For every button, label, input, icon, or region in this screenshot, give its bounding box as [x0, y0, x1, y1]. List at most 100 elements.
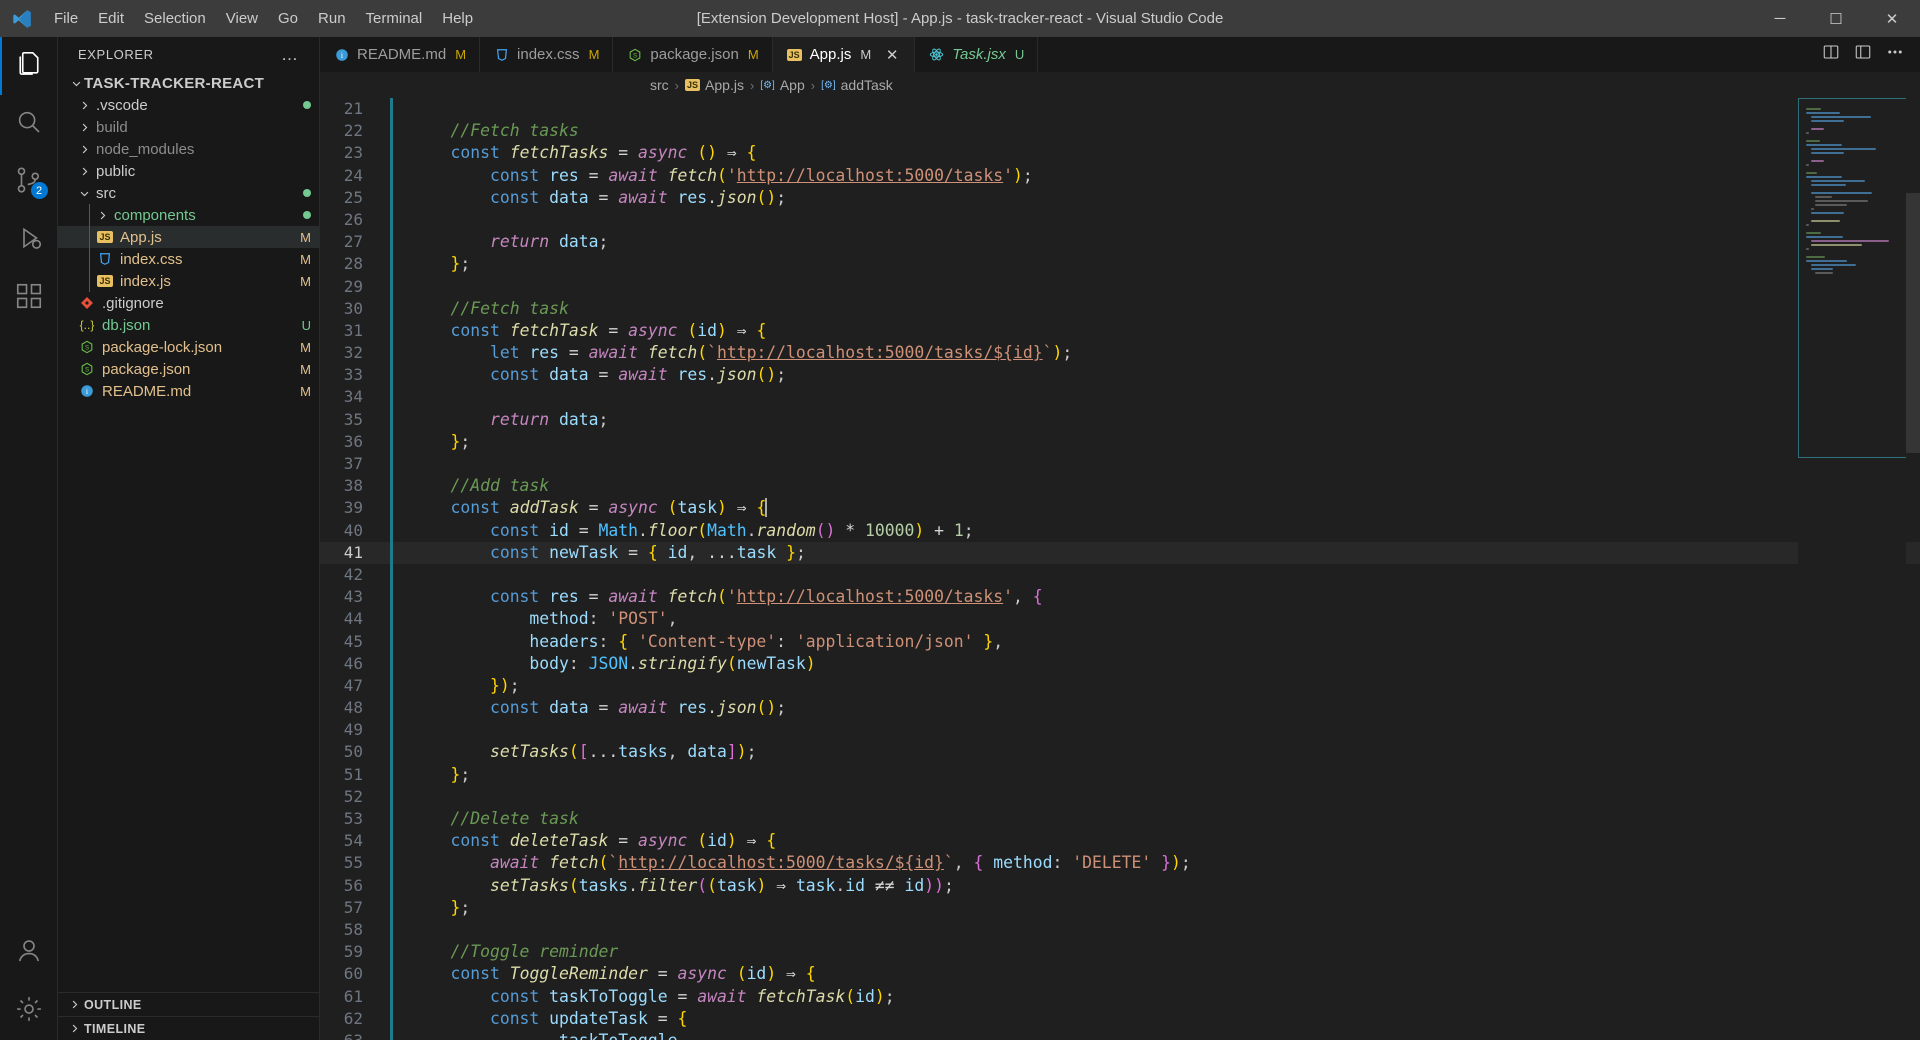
tree-item-build[interactable]: build: [58, 116, 319, 138]
code-line[interactable]: 54 const deleteTask = async (id) ⇒ {: [320, 830, 1920, 853]
editor-actions[interactable]: [1806, 37, 1920, 72]
activity-accounts[interactable]: [0, 924, 58, 982]
menu-terminal[interactable]: Terminal: [356, 7, 433, 30]
code-line[interactable]: 40 const id = Math.floor(Math.random() *…: [320, 519, 1920, 542]
code-line[interactable]: 44 method: 'POST',: [320, 608, 1920, 631]
code-content[interactable]: //Toggle reminder: [393, 941, 1920, 963]
editor-scrollbar[interactable]: [1906, 98, 1920, 1040]
code-content[interactable]: return data;: [393, 409, 1920, 431]
code-line[interactable]: 55 await fetch(`http://localhost:5000/ta…: [320, 852, 1920, 875]
code-content[interactable]: const data = await res.json();: [393, 187, 1920, 209]
code-line[interactable]: 51 };: [320, 763, 1920, 786]
tab-index-css[interactable]: index.css M: [480, 37, 614, 72]
window-controls[interactable]: ─ ☐ ✕: [1752, 0, 1920, 37]
code-content[interactable]: body: JSON.stringify(newTask): [393, 653, 1920, 675]
tree-item-package-json[interactable]: Spackage.json M: [58, 358, 319, 380]
code-line[interactable]: 25 const data = await res.json();: [320, 186, 1920, 209]
code-content[interactable]: headers: { 'Content-type': 'application/…: [393, 631, 1920, 653]
activity-bar[interactable]: 2: [0, 37, 58, 1040]
code-content[interactable]: method: 'POST',: [393, 608, 1920, 630]
breadcrumb[interactable]: src › JS App.js › [⚙] App › [⚙] addTask: [320, 72, 1920, 98]
code-line[interactable]: 61 const taskToToggle = await fetchTask(…: [320, 985, 1920, 1008]
code-content[interactable]: };: [393, 253, 1920, 275]
tab-readme-md[interactable]: i README.md M: [320, 37, 481, 72]
section-outline[interactable]: OUTLINE: [58, 992, 319, 1016]
more-actions-icon[interactable]: [1886, 43, 1904, 66]
code-line[interactable]: 58: [320, 918, 1920, 942]
code-content[interactable]: setTasks([...tasks, data]);: [393, 741, 1920, 763]
sidebar-sections[interactable]: OUTLINE TIMELINE: [58, 992, 319, 1040]
tree-item-db-json[interactable]: {..} db.json U: [58, 314, 319, 336]
code-content[interactable]: return data;: [393, 231, 1920, 253]
minimap[interactable]: [1798, 98, 1906, 1040]
breadcrumb-appjs[interactable]: JS App.js: [685, 77, 744, 93]
tree-item--vscode[interactable]: .vscode: [58, 94, 319, 116]
activity-manage[interactable]: [0, 982, 58, 1040]
code-content[interactable]: //Fetch task: [393, 298, 1920, 320]
code-line[interactable]: 48 const data = await res.json();: [320, 697, 1920, 720]
activity-run-and-debug[interactable]: [0, 211, 58, 269]
tree-item-node-modules[interactable]: node_modules: [58, 138, 319, 160]
code-line[interactable]: 35 return data;: [320, 408, 1920, 431]
code-content[interactable]: [393, 564, 1920, 586]
code-editor[interactable]: 21 22 //Fetch tasks 23 const fetchTasks = …: [320, 98, 1920, 1040]
code-line[interactable]: 53 //Delete task: [320, 808, 1920, 831]
code-content[interactable]: await fetch(`http://localhost:5000/tasks…: [393, 852, 1920, 874]
code-line[interactable]: 45 headers: { 'Content-type': 'applicati…: [320, 630, 1920, 653]
code-content[interactable]: };: [393, 431, 1920, 453]
code-content[interactable]: [393, 209, 1920, 231]
code-content[interactable]: const addTask = async (task) ⇒ {: [393, 497, 1920, 519]
breadcrumb-app-symbol[interactable]: [⚙] App: [760, 77, 804, 93]
code-line[interactable]: 39 const addTask = async (task) ⇒ {: [320, 497, 1920, 520]
code-line[interactable]: 22 //Fetch tasks: [320, 120, 1920, 143]
menu-go[interactable]: Go: [268, 7, 308, 30]
tree-root-folder[interactable]: TASK-TRACKER-REACT: [58, 72, 319, 94]
code-content[interactable]: const data = await res.json();: [393, 364, 1920, 386]
breadcrumb-addtask-symbol[interactable]: [⚙] addTask: [821, 77, 893, 93]
tree-item-readme-md[interactable]: i README.md M: [58, 380, 319, 402]
code-content[interactable]: });: [393, 675, 1920, 697]
code-line[interactable]: 49: [320, 719, 1920, 742]
section-timeline[interactable]: TIMELINE: [58, 1016, 319, 1040]
tree-item-index-js[interactable]: JS index.js M: [58, 270, 319, 292]
code-line[interactable]: 33 const data = await res.json();: [320, 364, 1920, 387]
activity-explorer[interactable]: [0, 37, 58, 95]
code-line[interactable]: 27 return data;: [320, 231, 1920, 254]
code-line[interactable]: 59 //Toggle reminder: [320, 941, 1920, 964]
code-content[interactable]: const newTask = { id, ...task };: [393, 542, 1920, 564]
code-line[interactable]: 36 };: [320, 430, 1920, 453]
code-line[interactable]: 30 //Fetch task: [320, 297, 1920, 320]
activity-extensions[interactable]: [0, 269, 58, 327]
code-content[interactable]: setTasks(tasks.filter((task) ⇒ task.id ≠…: [393, 875, 1920, 897]
code-line[interactable]: 21: [320, 98, 1920, 121]
code-lines[interactable]: 21 22 //Fetch tasks 23 const fetchTasks = …: [320, 98, 1920, 1040]
code-line[interactable]: 42: [320, 563, 1920, 587]
code-content[interactable]: [393, 719, 1920, 741]
menu-edit[interactable]: Edit: [88, 7, 134, 30]
code-line[interactable]: 32 let res = await fetch(`http://localho…: [320, 342, 1920, 365]
file-tree[interactable]: TASK-TRACKER-REACT .vscode build node_modu…: [58, 72, 319, 992]
code-line[interactable]: 29: [320, 275, 1920, 298]
code-content[interactable]: //Delete task: [393, 808, 1920, 830]
code-content[interactable]: };: [393, 897, 1920, 919]
code-line[interactable]: 62 const updateTask = {: [320, 1007, 1920, 1030]
minimize-button[interactable]: ─: [1752, 0, 1808, 37]
code-line[interactable]: 28 };: [320, 253, 1920, 276]
code-line[interactable]: 57 };: [320, 896, 1920, 919]
code-content[interactable]: const fetchTasks = async () ⇒ {: [393, 142, 1920, 164]
code-content[interactable]: const data = await res.json();: [393, 697, 1920, 719]
tree-item-public[interactable]: public: [58, 160, 319, 182]
code-content[interactable]: [393, 276, 1920, 298]
activity-search[interactable]: [0, 95, 58, 153]
tab-close-icon[interactable]: ✕: [883, 46, 901, 64]
code-line[interactable]: 46 body: JSON.stringify(newTask): [320, 652, 1920, 675]
code-content[interactable]: const ToggleReminder = async (id) ⇒ {: [393, 963, 1920, 985]
code-content[interactable]: let res = await fetch(`http://localhost:…: [393, 342, 1920, 364]
code-content[interactable]: const res = await fetch('http://localhos…: [393, 165, 1920, 187]
code-line[interactable]: 34: [320, 386, 1920, 409]
menu-view[interactable]: View: [216, 7, 268, 30]
code-line[interactable]: 38 //Add task: [320, 475, 1920, 498]
maximize-button[interactable]: ☐: [1808, 0, 1864, 37]
code-line[interactable]: 37: [320, 453, 1920, 476]
scrollbar-thumb[interactable]: [1906, 193, 1920, 453]
